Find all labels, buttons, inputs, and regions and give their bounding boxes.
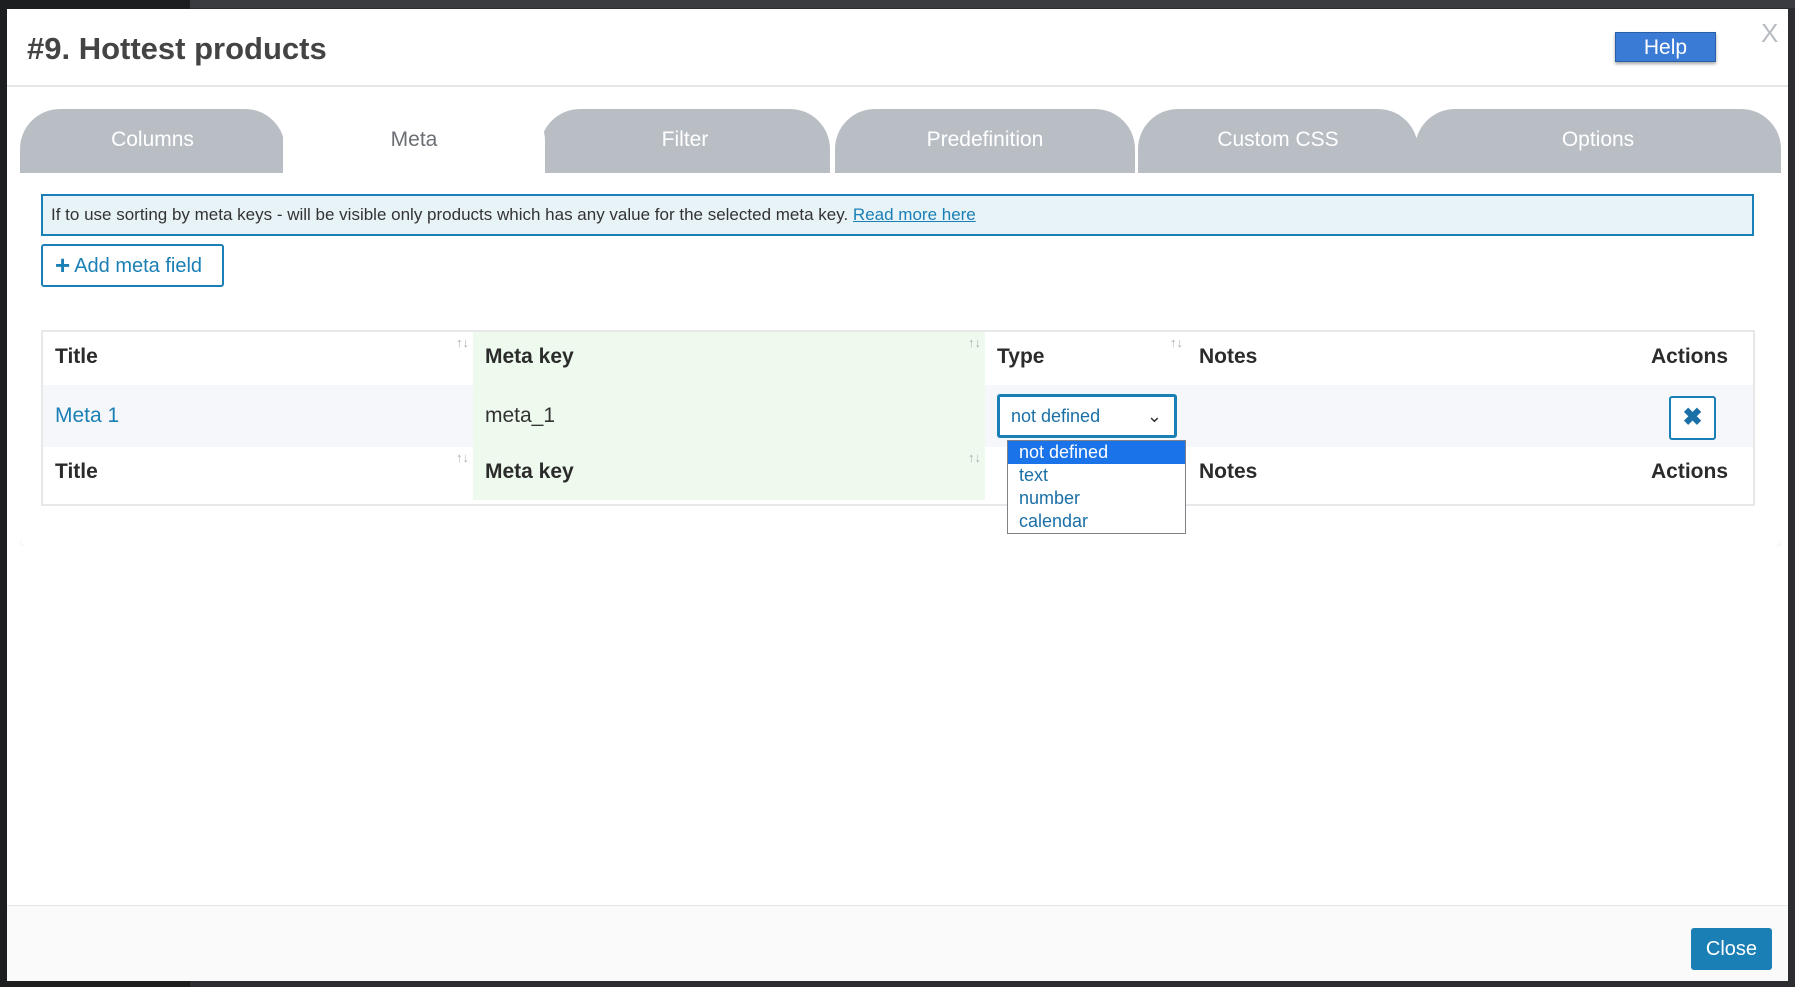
dropdown-option[interactable]: calendar	[1008, 510, 1185, 533]
delete-meta-button[interactable]: ✖	[1669, 396, 1716, 440]
tab-custom-css[interactable]: Custom CSS	[1138, 109, 1418, 173]
read-more-link[interactable]: Read more here	[853, 205, 976, 224]
footer-header-meta-key[interactable]: Meta key ↑↓	[473, 447, 985, 500]
type-dropdown-list: not defined text number calendar	[1007, 440, 1186, 534]
column-header-actions: Actions	[1639, 332, 1753, 385]
chevron-down-icon: ⌄	[1146, 406, 1162, 426]
close-icon[interactable]: X	[1761, 18, 1778, 49]
dropdown-option[interactable]: text	[1008, 464, 1185, 487]
notes-cell	[1187, 385, 1639, 447]
column-header-meta-key[interactable]: Meta key ↑↓	[473, 332, 985, 385]
footer-header-notes: Notes	[1187, 447, 1639, 500]
plus-icon: +	[55, 250, 71, 280]
sort-icon: ↑↓	[456, 335, 469, 350]
actions-cell: ✖	[1639, 385, 1753, 447]
dropdown-option[interactable]: number	[1008, 487, 1185, 510]
header-label: Title	[55, 460, 98, 483]
help-button[interactable]: Help	[1615, 32, 1716, 62]
settings-modal: #9. Hottest products Help X Columns Filt…	[7, 9, 1788, 981]
modal-title: #9. Hottest products	[27, 31, 327, 66]
footer-header-actions: Actions	[1639, 447, 1753, 500]
type-cell: not defined ⌄	[985, 385, 1187, 447]
column-header-type[interactable]: Type ↑↓	[985, 332, 1187, 385]
tab-columns[interactable]: Columns	[20, 109, 285, 173]
tab-meta[interactable]: Meta	[283, 101, 545, 173]
tab-predefinition[interactable]: Predefinition	[835, 109, 1135, 173]
meta-table: Title ↑↓ Meta key ↑↓ Type ↑↓ Notes Actio…	[41, 330, 1755, 506]
meta-key-cell: meta_1	[473, 385, 985, 447]
modal-header: #9. Hottest products Help X	[7, 9, 1788, 87]
tab-options[interactable]: Options	[1415, 109, 1781, 173]
add-meta-label: Add meta field	[74, 255, 203, 277]
close-button[interactable]: Close	[1691, 928, 1772, 970]
sort-icon: ↑↓	[968, 450, 981, 465]
add-meta-field-button[interactable]: + Add meta field	[41, 244, 224, 287]
sort-icon: ↑↓	[968, 335, 981, 350]
close-icon: ✖	[1682, 404, 1703, 431]
header-label: Meta key	[485, 345, 574, 368]
notice-text: If to use sorting by meta keys - will be…	[51, 205, 849, 224]
background-bar	[190, 0, 1795, 8]
type-select[interactable]: not defined ⌄	[997, 394, 1177, 438]
tab-filter[interactable]: Filter	[540, 109, 830, 173]
header-label: Meta key	[485, 460, 574, 483]
footer-header-title[interactable]: Title ↑↓	[43, 447, 473, 500]
column-header-title[interactable]: Title ↑↓	[43, 332, 473, 385]
header-label: Type	[997, 345, 1045, 368]
tab-bar: Columns Filter Predefinition Custom CSS …	[20, 101, 1781, 173]
meta-title-link[interactable]: Meta 1	[43, 385, 473, 447]
sort-icon: ↑↓	[1170, 335, 1183, 350]
dropdown-option[interactable]: not defined	[1008, 441, 1185, 464]
header-label: Title	[55, 345, 98, 368]
type-select-value: not defined	[1011, 406, 1101, 426]
tab-content: If to use sorting by meta keys - will be…	[20, 173, 1781, 546]
info-notice: If to use sorting by meta keys - will be…	[41, 194, 1754, 236]
sort-icon: ↑↓	[456, 450, 469, 465]
column-header-notes: Notes	[1187, 332, 1639, 385]
meta-panel: If to use sorting by meta keys - will be…	[20, 173, 1781, 546]
modal-footer: Close	[7, 906, 1788, 981]
